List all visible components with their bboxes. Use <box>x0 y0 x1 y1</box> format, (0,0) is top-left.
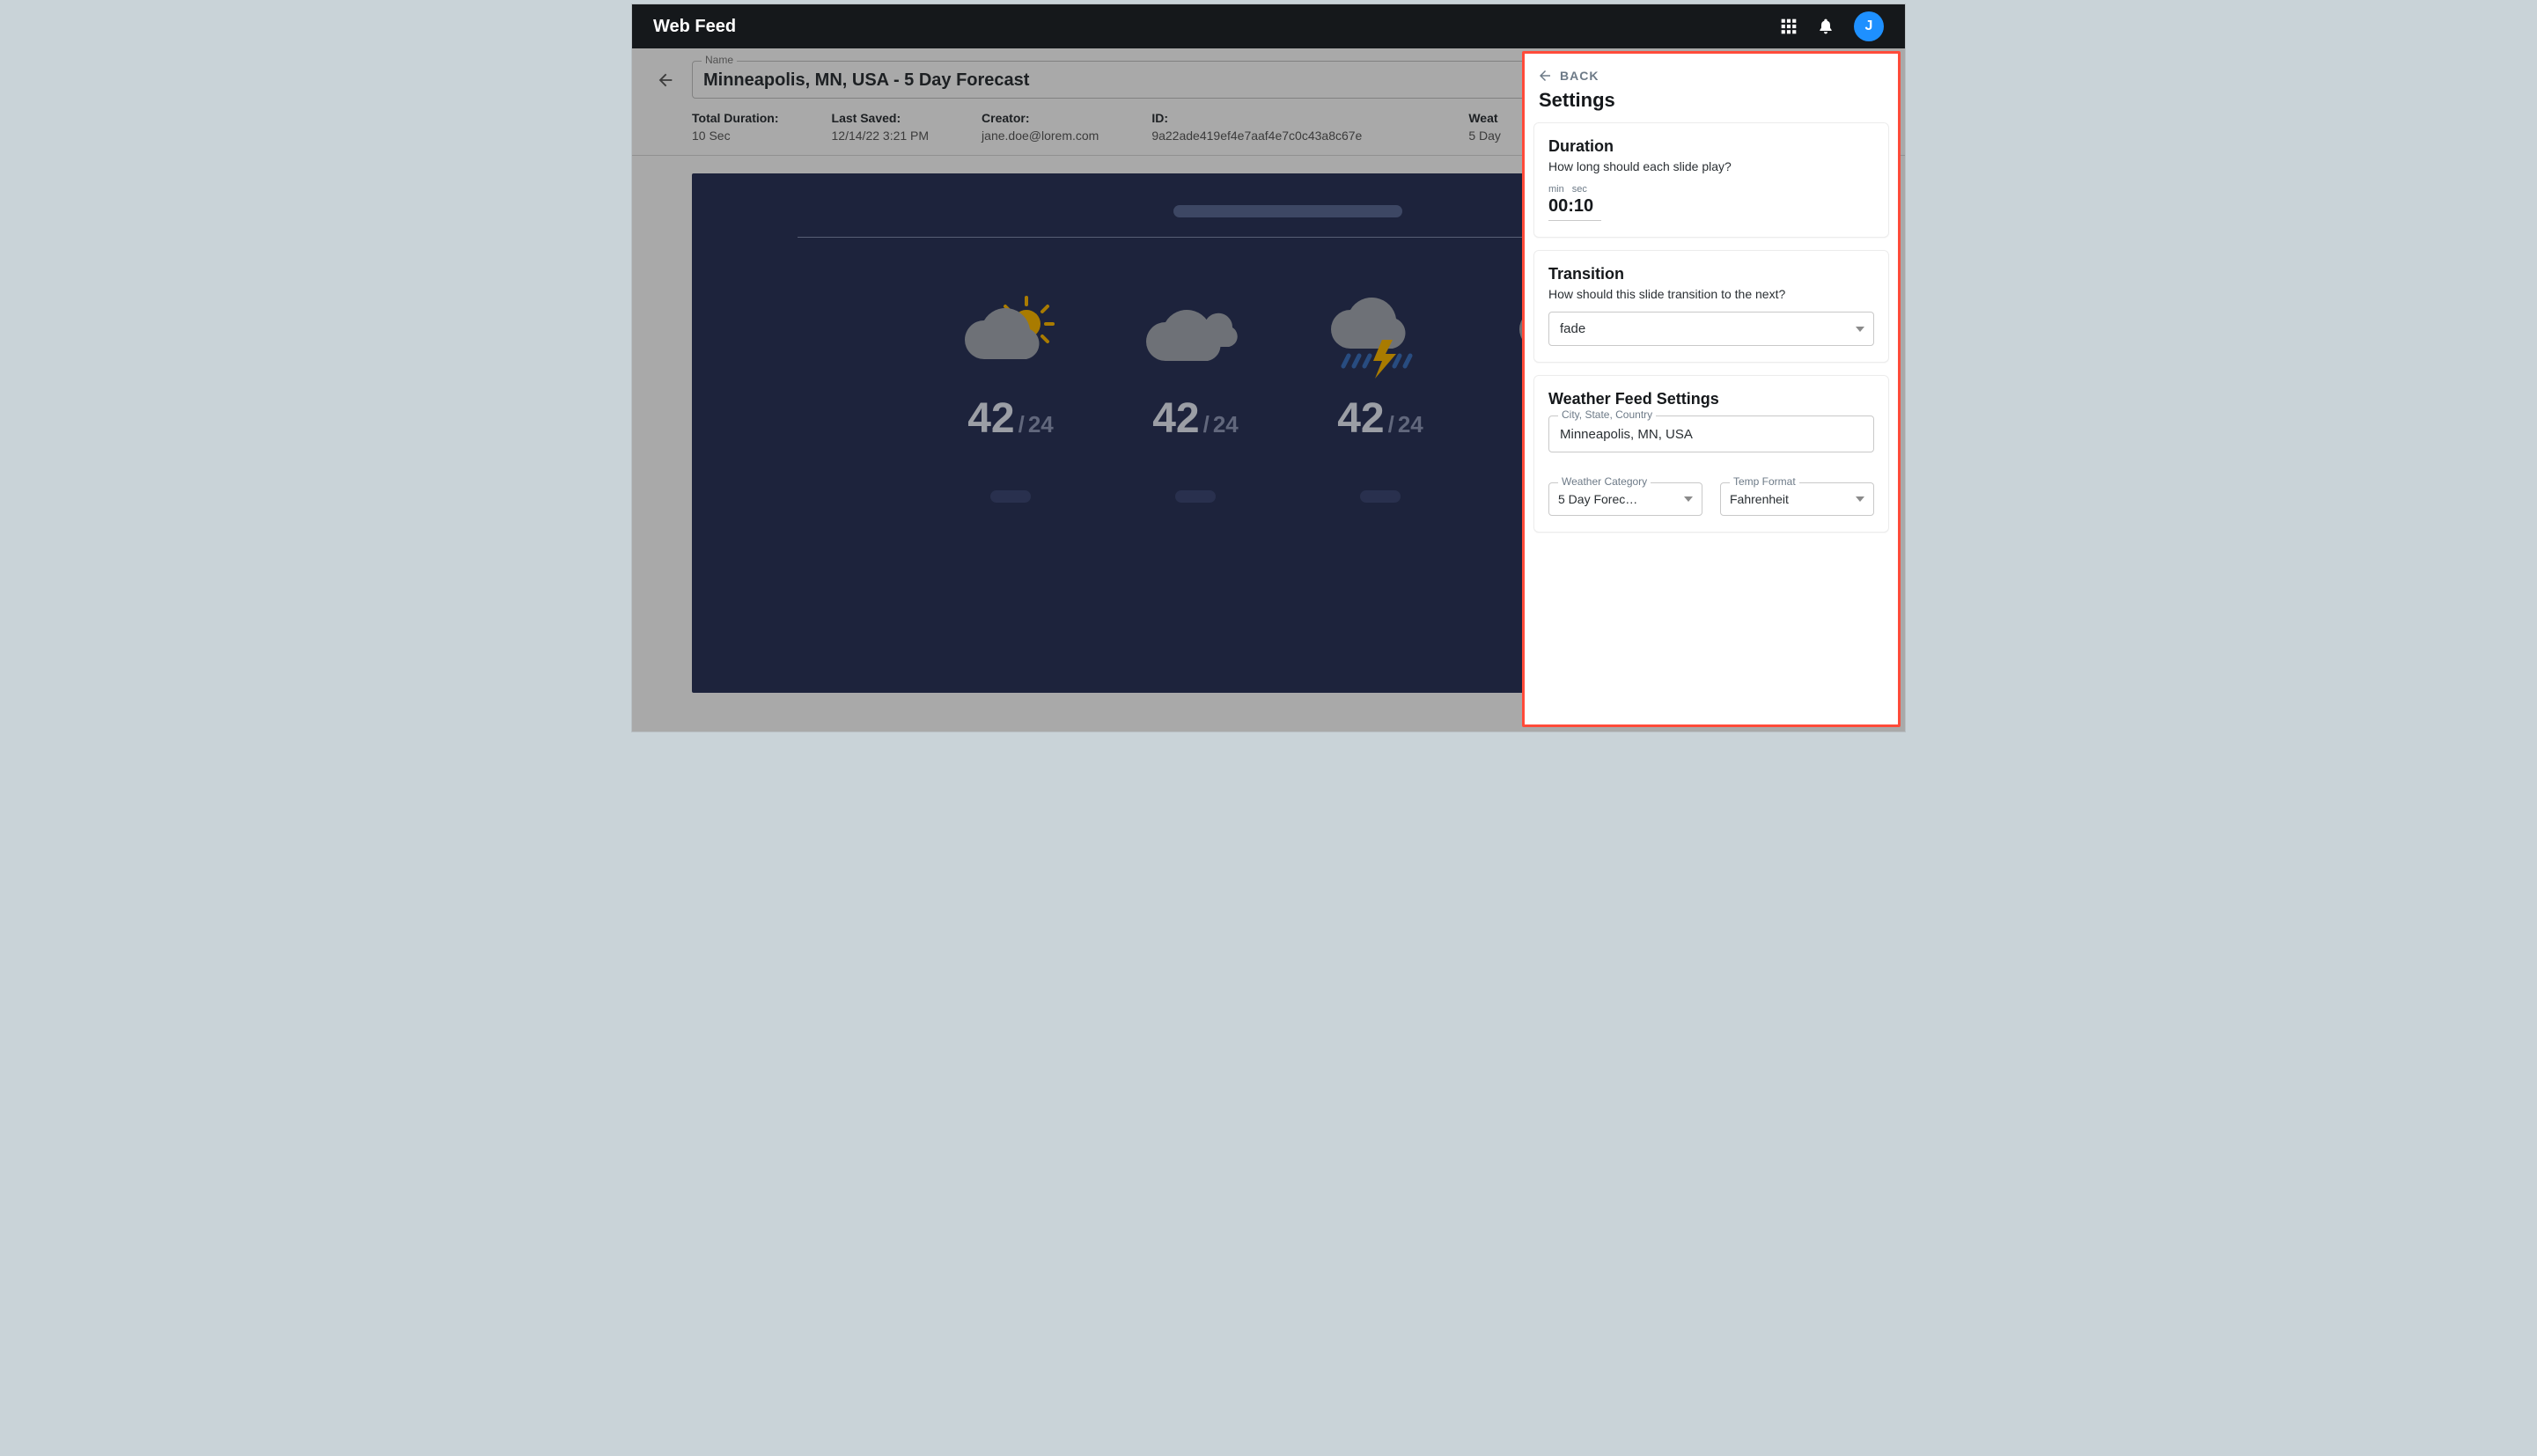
temp-high: 42 <box>967 395 1014 442</box>
panel-title: Settings <box>1539 89 1889 112</box>
temp-low: 24 <box>1028 411 1054 438</box>
topbar: Web Feed J <box>632 4 1905 48</box>
preview-title-placeholder <box>1173 205 1402 217</box>
cloudy-icon <box>1143 290 1248 379</box>
temp-high: 42 <box>1337 395 1384 442</box>
meta-id: ID: 9a22ade419ef4e7aaf4e7c0c43a8c67e <box>1151 111 1416 143</box>
meta-weather-category-partial: Weat 5 Day <box>1468 111 1501 143</box>
panel-back-button[interactable]: BACK <box>1537 68 1889 84</box>
day-label-placeholder <box>990 490 1031 503</box>
min-label: min <box>1548 184 1564 195</box>
temp-format-label: Temp Format <box>1730 475 1799 488</box>
duration-value-input[interactable]: 00:10 <box>1548 195 1601 221</box>
transition-desc: How should this slide transition to the … <box>1548 287 1874 301</box>
transition-select[interactable]: fade <box>1548 312 1874 346</box>
panel-back-label: BACK <box>1560 69 1599 83</box>
thunderstorm-icon <box>1327 290 1433 379</box>
app-title: Web Feed <box>653 17 736 37</box>
temp-high: 42 <box>1152 395 1199 442</box>
weather-category-value: 5 Day Forec… <box>1558 492 1673 506</box>
transition-title: Transition <box>1548 265 1874 283</box>
city-label: City, State, Country <box>1558 408 1656 421</box>
meta-creator: Creator: jane.doe@lorem.com <box>982 111 1099 143</box>
duration-card: Duration How long should each slide play… <box>1533 122 1889 238</box>
temp-low: 24 <box>1213 411 1239 438</box>
forecast-day: 42/24 <box>1314 290 1446 503</box>
partly-sunny-icon <box>958 290 1063 379</box>
back-arrow-icon[interactable] <box>653 68 678 92</box>
temp-low: 24 <box>1398 411 1423 438</box>
weather-settings-title: Weather Feed Settings <box>1548 390 1874 408</box>
apps-grid-icon[interactable] <box>1780 18 1798 35</box>
chevron-down-icon <box>1856 327 1864 332</box>
weather-category-label: Weather Category <box>1558 475 1651 488</box>
arrow-left-icon <box>1537 68 1553 84</box>
name-label: Name <box>702 54 737 66</box>
weather-settings-card: Weather Feed Settings City, State, Count… <box>1533 375 1889 533</box>
temp-format-select[interactable]: Temp Format Fahrenheit <box>1720 482 1874 516</box>
weather-category-select[interactable]: Weather Category 5 Day Forec… <box>1548 482 1702 516</box>
day-label-placeholder <box>1360 490 1401 503</box>
sec-label: sec <box>1572 184 1587 195</box>
city-field[interactable]: City, State, Country <box>1548 415 1874 452</box>
settings-panel: BACK Settings Duration How long should e… <box>1522 51 1901 727</box>
user-avatar[interactable]: J <box>1854 11 1884 41</box>
transition-select-value: fade <box>1560 321 1585 336</box>
chevron-down-icon <box>1684 496 1693 502</box>
temp-format-value: Fahrenheit <box>1730 492 1845 506</box>
duration-title: Duration <box>1548 137 1874 156</box>
meta-last-saved: Last Saved: 12/14/22 3:21 PM <box>832 111 930 143</box>
forecast-day: 42/24 <box>1129 290 1261 503</box>
meta-total-duration: Total Duration: 10 Sec <box>692 111 779 143</box>
city-input[interactable] <box>1560 427 1863 442</box>
transition-card: Transition How should this slide transit… <box>1533 250 1889 363</box>
forecast-day: 42/24 <box>945 290 1077 503</box>
notifications-icon[interactable] <box>1817 18 1835 35</box>
day-label-placeholder <box>1175 490 1216 503</box>
chevron-down-icon <box>1856 496 1864 502</box>
duration-desc: How long should each slide play? <box>1548 159 1874 173</box>
